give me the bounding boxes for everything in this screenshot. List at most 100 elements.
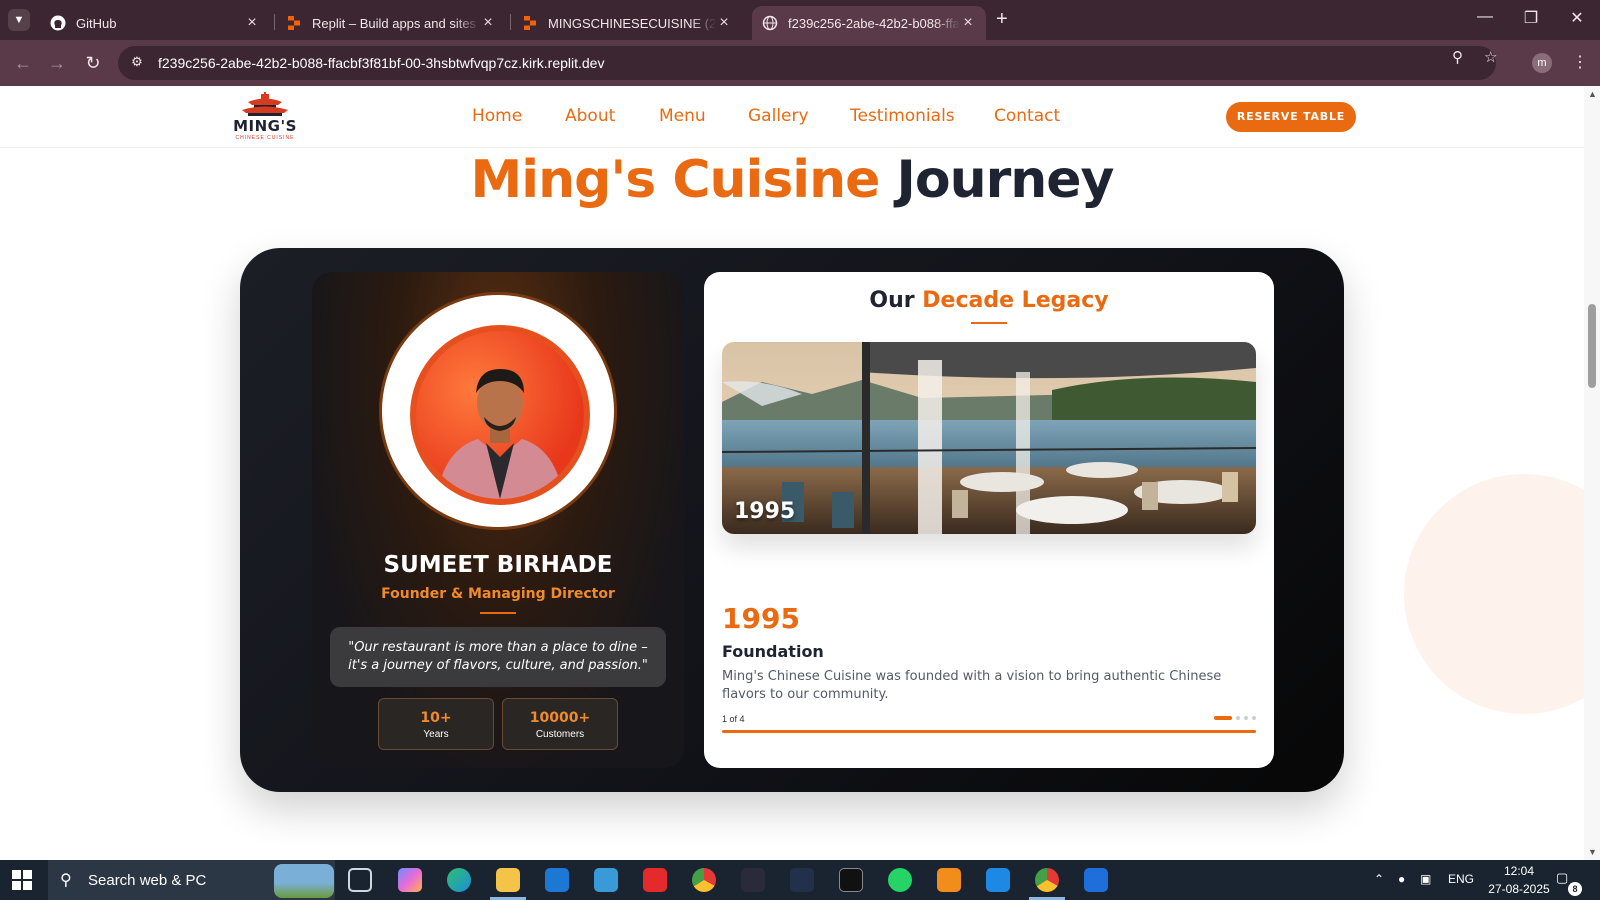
edge-icon[interactable] [447, 868, 471, 892]
nav-home[interactable]: Home [472, 106, 522, 126]
timeline-description: Ming's Chinese Cuisine was founded with … [722, 669, 1222, 702]
title-accent: Ming's Cuisine [470, 150, 881, 210]
forward-arrow-icon[interactable]: → [46, 52, 68, 74]
outlook-icon[interactable] [545, 868, 569, 892]
page-title: Ming's Cuisine Journey [0, 150, 1584, 210]
language-indicator[interactable]: ENG [1448, 872, 1474, 886]
browser-tab-bar: ▼ GitHub × Replit – Build apps and sites… [0, 0, 1600, 40]
site-info-icon[interactable]: ⚙ [128, 54, 146, 72]
reserve-table-button[interactable]: RESERVE TABLE [1226, 102, 1356, 132]
network-icon[interactable]: ▣ [1420, 872, 1431, 886]
close-icon[interactable]: × [480, 14, 496, 32]
timeline-title: Foundation [722, 642, 824, 661]
nav-menu[interactable]: Menu [659, 106, 706, 126]
close-icon[interactable]: × [716, 14, 732, 32]
microphone-icon[interactable]: ● [1398, 872, 1405, 886]
slide-progress-track [722, 730, 1256, 733]
tab-github[interactable]: GitHub × [40, 6, 270, 40]
clock-date[interactable]: 27-08-2025 [1488, 882, 1550, 896]
person-portrait-icon [436, 369, 564, 499]
task-view-icon[interactable] [348, 868, 372, 892]
tab-title: f239c256-2abe-42b2-b088-ffacbf3f81bf-00-… [788, 15, 960, 31]
stat-label: Customers [535, 729, 585, 740]
legacy-photo[interactable]: 1995 [722, 342, 1256, 534]
carousel-dot[interactable] [1244, 716, 1248, 720]
role-underline [480, 612, 516, 614]
window-close-icon[interactable]: ✕ [1562, 8, 1592, 28]
new-tab-button[interactable]: + [996, 8, 1008, 31]
scrollbar-thumb[interactable] [1588, 304, 1596, 388]
restore-icon[interactable]: ❐ [1516, 8, 1546, 28]
page-scrollbar[interactable]: ▲ ▼ [1584, 86, 1600, 860]
restaurant-terrace-image [722, 342, 1256, 534]
search-placeholder: Search web & PC [88, 872, 207, 889]
nav-contact[interactable]: Contact [994, 106, 1060, 126]
tab-replit-dev-active[interactable]: f239c256-2abe-42b2-b088-ffacbf3f81bf-00-… [752, 6, 986, 40]
globe-icon [762, 15, 778, 31]
nav-testimonials[interactable]: Testimonials [850, 106, 955, 126]
clock-time[interactable]: 12:04 [1494, 864, 1544, 878]
github-icon [50, 15, 66, 31]
hotstar-icon[interactable] [790, 868, 814, 892]
founder-card: SUMEET BIRHADE Founder & Managing Direct… [312, 272, 684, 768]
back-arrow-icon[interactable]: ← [12, 52, 34, 74]
snipping-tool-icon[interactable] [986, 868, 1010, 892]
legacy-card: Our Decade Legacy 1995 1995 Foundation M… [704, 272, 1274, 768]
reload-icon[interactable]: ↻ [82, 52, 104, 74]
microphone-app-icon[interactable] [937, 868, 961, 892]
tab-search-button[interactable]: ▼ [8, 9, 30, 31]
zoom-icon[interactable]: ⚲ [1452, 48, 1463, 66]
replit-icon [286, 15, 302, 31]
whatsapp-icon[interactable] [888, 868, 912, 892]
nav-about[interactable]: About [565, 106, 615, 126]
tab-title: MINGSCHINESECUISINE (2) - Replit [548, 15, 716, 31]
profile-avatar[interactable]: m [1532, 53, 1552, 73]
timeline-year: 1995 [722, 602, 800, 635]
taskbar-search[interactable]: ⚲ Search web & PC [48, 860, 335, 900]
tray-overflow-chevron-icon[interactable]: ⌃ [1374, 872, 1384, 886]
carousel-dot[interactable] [1236, 716, 1240, 720]
founder-photo [410, 325, 590, 505]
scroll-down-icon[interactable]: ▼ [1588, 847, 1597, 857]
slide-progress-fill [722, 730, 1256, 733]
close-icon[interactable]: × [960, 14, 976, 32]
address-bar[interactable]: ⚙ f239c256-2abe-42b2-b088-ffacbf3f81bf-0… [118, 46, 1496, 80]
legacy-title-accent: Decade Legacy [922, 288, 1109, 313]
tab-replit[interactable]: Replit – Build apps and sites with AI × [276, 6, 506, 40]
bookmark-star-icon[interactable]: ☆ [1484, 48, 1497, 66]
photos-icon[interactable] [1084, 868, 1108, 892]
file-explorer-icon[interactable] [496, 868, 520, 892]
photo-year-label: 1995 [734, 499, 796, 524]
scroll-up-icon[interactable]: ▲ [1588, 89, 1597, 99]
close-icon[interactable]: × [244, 14, 260, 32]
sony-liv-icon[interactable] [741, 868, 765, 892]
windows-start-icon[interactable] [12, 870, 32, 890]
founder-portrait-frame [379, 292, 617, 530]
minimize-icon[interactable]: — [1470, 8, 1500, 26]
chrome-icon[interactable] [692, 868, 716, 892]
chrome-profile-icon[interactable] [1035, 868, 1059, 892]
tab-title: Replit – Build apps and sites with AI [312, 15, 480, 31]
slide-indicator: 1 of 4 [722, 714, 745, 724]
tab-mingschinesecuisine[interactable]: MINGSCHINESECUISINE (2) - Replit × [512, 6, 742, 40]
site-header: MING'S CHINESE CUISINE Home About Menu G… [0, 86, 1584, 148]
url-text[interactable]: f239c256-2abe-42b2-b088-ffacbf3f81bf-00-… [158, 55, 604, 71]
youtube-icon[interactable] [643, 868, 667, 892]
carousel-dot[interactable] [1252, 716, 1256, 720]
menu-kebab-icon[interactable]: ⋮ [1572, 52, 1588, 72]
nav-gallery[interactable]: Gallery [748, 106, 809, 126]
control-panel-icon[interactable] [594, 868, 618, 892]
legacy-underline [971, 322, 1007, 324]
journey-panel: SUMEET BIRHADE Founder & Managing Direct… [240, 248, 1344, 792]
site-logo[interactable]: MING'S CHINESE CUISINE [228, 92, 302, 144]
stat-value: 10000+ [529, 710, 591, 726]
copilot-icon[interactable] [398, 868, 422, 892]
browser-toolbar: ← → ↻ ⚙ f239c256-2abe-42b2-b088-ffacbf3f… [0, 40, 1600, 86]
page-viewport: MING'S CHINESE CUISINE Home About Menu G… [0, 86, 1584, 860]
stat-years: 10+ Years [378, 698, 494, 750]
decorative-circle [1404, 474, 1584, 714]
capcut-icon[interactable] [839, 868, 863, 892]
founder-quote: "Our restaurant is more than a place to … [330, 627, 666, 687]
carousel-dot[interactable] [1214, 716, 1232, 720]
legacy-title: Our Decade Legacy [704, 288, 1274, 313]
